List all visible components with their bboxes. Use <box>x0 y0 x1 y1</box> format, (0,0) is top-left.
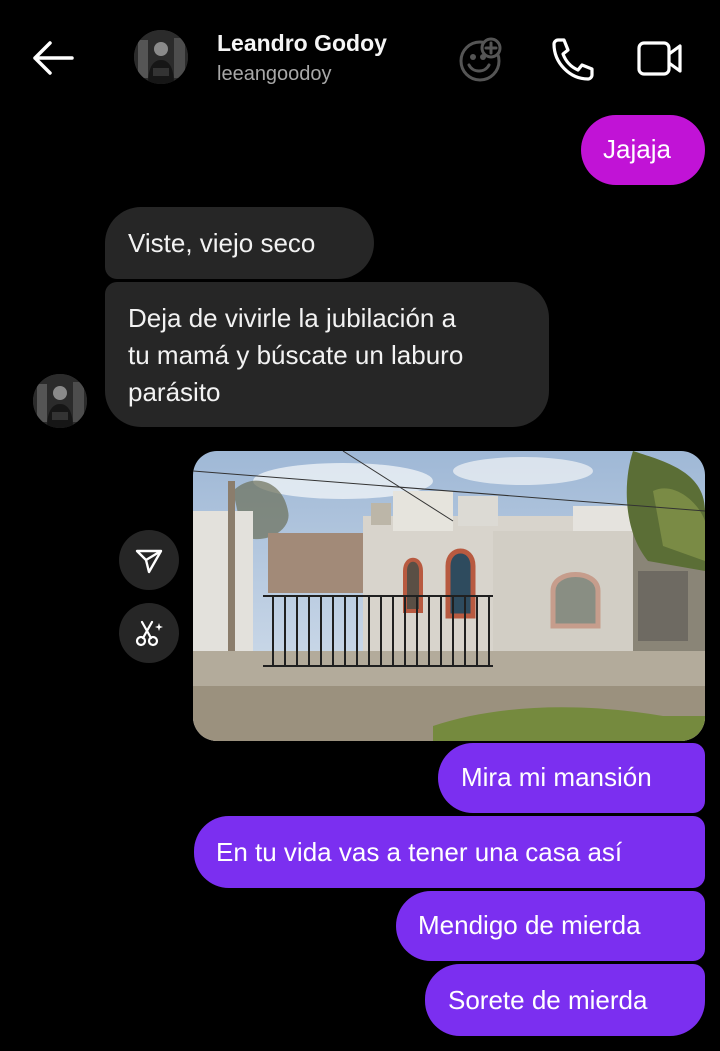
message-bubble-outgoing[interactable]: Sorete de mierda <box>425 964 705 1036</box>
message-bubble-outgoing[interactable]: Mendigo de mierda <box>396 891 705 961</box>
sender-avatar[interactable] <box>33 374 87 428</box>
effects-icon <box>459 37 502 82</box>
cutout-button[interactable] <box>119 603 179 663</box>
message-bubble-incoming[interactable]: Deja de vivirle la jubilación a tu mamá … <box>105 282 549 427</box>
avatar[interactable] <box>134 30 188 84</box>
audio-call-button[interactable] <box>546 34 596 84</box>
chat-header: Leandro Godoy leeangoodoy <box>0 0 720 115</box>
street-view-house-image <box>193 451 705 741</box>
arrow-left-icon <box>33 41 74 75</box>
share-button[interactable] <box>119 530 179 590</box>
share-send-icon <box>135 549 163 574</box>
scissors-sparkle-icon <box>135 620 163 647</box>
avatar-image <box>134 30 188 84</box>
shared-house-photo[interactable] <box>193 451 705 741</box>
contact-name[interactable]: Leandro Godoy <box>217 30 387 57</box>
message-bubble-outgoing[interactable]: Jajaja <box>581 115 705 185</box>
avatar-image <box>33 374 87 428</box>
contact-username[interactable]: leeangoodoy <box>217 63 332 86</box>
message-text-line: parásito <box>128 377 221 407</box>
message-bubble-incoming[interactable]: Viste, viejo seco <box>105 207 374 279</box>
message-bubble-outgoing[interactable]: En tu vida vas a tener una casa así <box>194 816 705 888</box>
back-button[interactable] <box>28 36 76 80</box>
message-text-line: Deja de vivirle la jubilación a <box>128 303 457 333</box>
video-camera-icon <box>637 41 682 76</box>
video-call-button[interactable] <box>634 34 684 84</box>
phone-icon <box>552 38 594 81</box>
message-text-line: tu mamá y búscate un laburo <box>128 340 464 370</box>
message-bubble-outgoing[interactable]: Mira mi mansión <box>438 743 705 813</box>
effects-button[interactable] <box>455 34 505 84</box>
